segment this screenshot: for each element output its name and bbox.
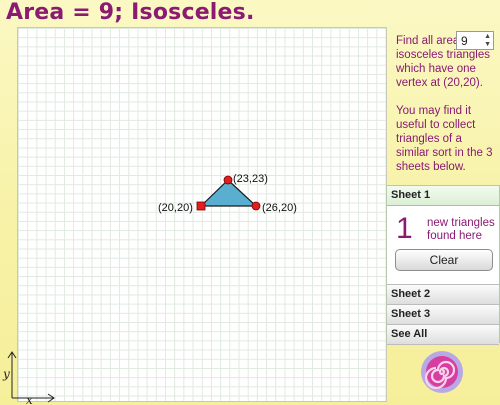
area-stepper[interactable]: 9 ▲ ▼ — [456, 31, 494, 50]
instruction-rest: isosceles triangles which have one verte… — [396, 49, 490, 89]
sheet-1-content: 1 new triangles found here Clear — [387, 206, 499, 285]
clear-button[interactable]: Clear — [395, 249, 493, 271]
x-axis-label: x — [26, 393, 33, 405]
triangle-count: 1 — [396, 212, 413, 245]
axes-indicator: y x — [2, 351, 55, 405]
vertex-label-top: (23,23) — [233, 173, 268, 185]
vertex-label-origin: (20,20) — [158, 202, 193, 214]
triangle-layer: (23,23) (20,20) (26,20) — [158, 173, 297, 214]
instruction-hint: You may find it useful to collect triang… — [396, 105, 493, 173]
instructions: Find all area isosceles triangles which … — [396, 34, 496, 174]
area-value[interactable]: 9 — [461, 34, 468, 48]
vertex-label-right: (26,20) — [262, 202, 297, 214]
y-axis-label: y — [2, 367, 10, 381]
grid-canvas[interactable]: (23,23) (20,20) (26,20) — [17, 27, 387, 402]
stepper-arrows-icon[interactable]: ▲ ▼ — [484, 33, 491, 49]
vertex-point-origin[interactable] — [196, 201, 206, 211]
page-title: Area = 9; Isosceles. — [6, 0, 255, 25]
vertex-point-right[interactable] — [251, 201, 261, 211]
sheet-3-tab[interactable]: Sheet 3 — [387, 305, 499, 325]
see-all-tab[interactable]: See All — [387, 325, 499, 345]
sheets-panel: Sheet 1 1 new triangles found here Clear… — [386, 185, 500, 345]
swirl-lollipop-icon[interactable] — [420, 350, 464, 394]
sheet-2-tab[interactable]: Sheet 2 — [387, 285, 499, 305]
sheet-1-tab[interactable]: Sheet 1 — [387, 186, 499, 206]
vertex-point-top[interactable] — [223, 175, 233, 185]
triangle-count-label: new triangles found here — [427, 217, 495, 242]
